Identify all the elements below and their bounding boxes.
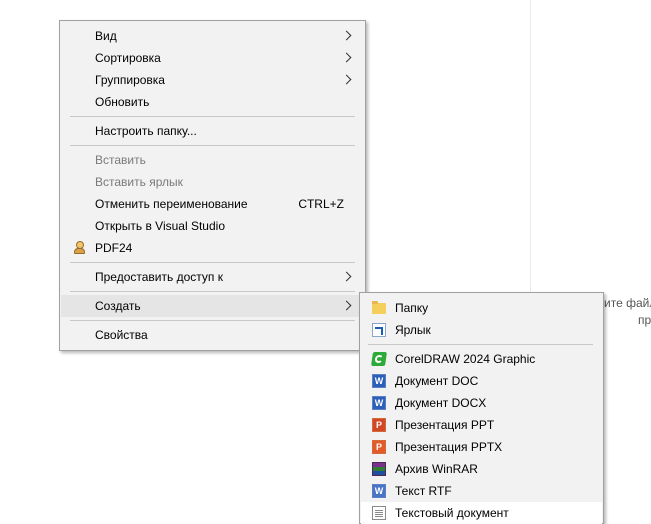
menu-item-open-in-visual-studio[interactable]: Открыть в Visual Studio bbox=[61, 215, 364, 237]
menu-item-paste-shortcut[interactable]: Вставить ярлык bbox=[61, 171, 364, 193]
menu-item-pdf24[interactable]: PDF24 bbox=[61, 237, 364, 259]
submenu-item-label: Презентация PPT bbox=[395, 418, 495, 432]
menu-separator bbox=[70, 320, 355, 321]
coreldraw-icon bbox=[371, 352, 387, 366]
menu-separator bbox=[70, 145, 355, 146]
powerpoint-ppt-icon bbox=[372, 418, 386, 432]
submenu-item-label: Презентация PPTX bbox=[395, 440, 503, 454]
chevron-right-icon bbox=[341, 271, 352, 282]
submenu-item-coreldraw[interactable]: CorelDRAW 2024 Graphic bbox=[361, 348, 602, 370]
submenu-item-label: Текстовый документ bbox=[395, 506, 509, 520]
menu-separator bbox=[70, 116, 355, 117]
menu-item-label: Вставить ярлык bbox=[95, 175, 183, 189]
menu-separator bbox=[368, 344, 593, 345]
menu-item-customize-folder[interactable]: Настроить папку... bbox=[61, 120, 364, 142]
submenu-item-label: Папку bbox=[395, 301, 429, 315]
submenu-item-label: Текст RTF bbox=[395, 484, 452, 498]
side-panel-text: пр bbox=[638, 313, 651, 327]
submenu-item-docx[interactable]: Документ DOCX bbox=[361, 392, 602, 414]
menu-item-sort[interactable]: Сортировка bbox=[61, 47, 364, 69]
submenu-item-label: CorelDRAW 2024 Graphic bbox=[395, 352, 536, 366]
menu-item-give-access[interactable]: Предоставить доступ к bbox=[61, 266, 364, 288]
word-docx-icon bbox=[372, 396, 386, 410]
menu-item-label: Настроить папку... bbox=[95, 124, 197, 138]
menu-item-label: Создать bbox=[95, 299, 141, 313]
chevron-right-icon bbox=[341, 300, 352, 311]
submenu-item-label: Ярлык bbox=[395, 323, 431, 337]
menu-item-label: Группировка bbox=[95, 73, 165, 87]
word-doc-icon bbox=[372, 374, 386, 388]
menu-item-label: Вид bbox=[95, 29, 117, 43]
text-document-icon bbox=[372, 506, 386, 520]
chevron-right-icon bbox=[341, 74, 352, 85]
menu-item-new[interactable]: Создать bbox=[61, 295, 364, 317]
menu-separator bbox=[70, 291, 355, 292]
menu-separator bbox=[70, 262, 355, 263]
submenu-item-pptx[interactable]: Презентация PPTX bbox=[361, 436, 602, 458]
folder-icon bbox=[372, 301, 386, 314]
menu-item-label: Сортировка bbox=[95, 51, 161, 65]
submenu-item-text-document[interactable]: Текстовый документ bbox=[361, 502, 602, 524]
menu-item-shortcut: CTRL+Z bbox=[298, 197, 344, 211]
submenu-item-folder[interactable]: Папку bbox=[361, 297, 602, 319]
submenu-item-label: Документ DOCX bbox=[395, 396, 487, 410]
submenu-item-rtf[interactable]: Текст RTF bbox=[361, 480, 602, 502]
create-submenu: Папку Ярлык CorelDRAW 2024 Graphic Докум… bbox=[359, 292, 604, 524]
menu-item-properties[interactable]: Свойства bbox=[61, 324, 364, 346]
winrar-archive-icon bbox=[372, 462, 386, 476]
submenu-item-ppt[interactable]: Презентация PPT bbox=[361, 414, 602, 436]
submenu-item-label: Архив WinRAR bbox=[395, 462, 478, 476]
submenu-item-winrar[interactable]: Архив WinRAR bbox=[361, 458, 602, 480]
menu-item-refresh[interactable]: Обновить bbox=[61, 91, 364, 113]
side-panel-text: ите файл bbox=[604, 296, 651, 310]
chevron-right-icon bbox=[341, 52, 352, 63]
menu-item-group[interactable]: Группировка bbox=[61, 69, 364, 91]
menu-item-label: Вставить bbox=[95, 153, 146, 167]
menu-item-label: PDF24 bbox=[95, 241, 133, 255]
menu-item-view[interactable]: Вид bbox=[61, 25, 364, 47]
rtf-document-icon bbox=[372, 484, 386, 498]
pdf24-icon bbox=[72, 240, 87, 255]
menu-item-paste[interactable]: Вставить bbox=[61, 149, 364, 171]
menu-item-label: Свойства bbox=[95, 328, 148, 342]
menu-item-label: Предоставить доступ к bbox=[95, 270, 223, 284]
submenu-item-shortcut[interactable]: Ярлык bbox=[361, 319, 602, 341]
submenu-item-doc[interactable]: Документ DOC bbox=[361, 370, 602, 392]
chevron-right-icon bbox=[341, 30, 352, 41]
powerpoint-pptx-icon bbox=[372, 440, 386, 454]
context-menu: Вид Сортировка Группировка Обновить Наст… bbox=[59, 20, 366, 351]
menu-item-label: Обновить bbox=[95, 95, 150, 109]
menu-item-label: Отменить переименование bbox=[95, 197, 248, 211]
menu-item-label: Открыть в Visual Studio bbox=[95, 219, 225, 233]
menu-item-undo-rename[interactable]: Отменить переименование CTRL+Z bbox=[61, 193, 364, 215]
submenu-item-label: Документ DOC bbox=[395, 374, 479, 388]
shortcut-icon bbox=[372, 323, 386, 337]
